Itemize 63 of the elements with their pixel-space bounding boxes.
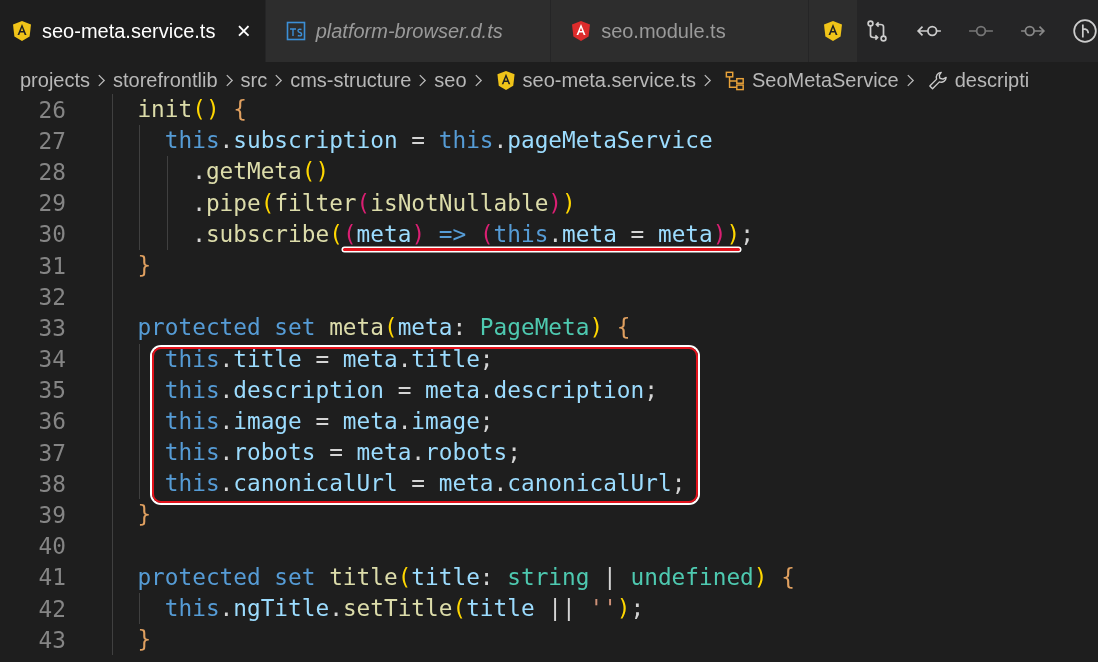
shield-icon [495, 69, 516, 91]
code-line: .getMeta() [191, 157, 330, 187]
line-number: 35 [37, 377, 66, 404]
breadcrumb-item[interactable]: seo-meta.service.ts [522, 68, 696, 92]
code-line: this.subscription = this.pageMetaService [163, 126, 713, 156]
ts-file-icon [285, 20, 306, 42]
editor-tab[interactable] [809, 0, 858, 62]
line-number: 33 [37, 314, 66, 341]
line-number: 26 [37, 96, 66, 123]
line-number: 39 [37, 502, 66, 529]
breadcrumb-item[interactable]: descripti [954, 68, 1030, 92]
line-number: 42 [37, 595, 66, 622]
line-number: 27 [37, 127, 66, 154]
line-number: 37 [37, 439, 66, 466]
code-line: } [136, 500, 152, 530]
code-line: this.robots = meta.robots; [163, 438, 521, 468]
line-number: 40 [37, 533, 66, 560]
line-number: 43 [37, 626, 66, 653]
editor-tab[interactable]: seo-meta.service.ts × [0, 0, 266, 62]
chevron-right-icon [97, 72, 107, 88]
line-number: 38 [37, 470, 66, 497]
code-line: } [136, 625, 152, 655]
chevron-right-icon [224, 72, 234, 88]
code-line: this.ngTitle.setTitle(title || ''); [163, 594, 645, 623]
class-icon [724, 69, 745, 91]
breadcrumb-item[interactable]: storefrontlib [113, 68, 218, 92]
line-number: 34 [37, 346, 66, 373]
shield-icon [12, 20, 32, 42]
editor-tab[interactable]: platform-browser.d.ts [265, 0, 552, 62]
line-number: 30 [37, 221, 66, 248]
editor-tab[interactable]: seo.module.ts [551, 0, 809, 62]
code-line: this.canonicalUrl = meta.canonicalUrl; [163, 469, 686, 499]
compare-changes-icon[interactable] [864, 18, 890, 44]
code-line: .pipe(filter(isNotNullable)) [191, 188, 576, 218]
shield-icon [823, 20, 843, 42]
shield-icon [571, 20, 592, 42]
line-number: 41 [37, 564, 66, 591]
chevron-right-icon [702, 72, 712, 88]
breadcrumb-item[interactable]: projects [20, 68, 91, 92]
code-line: this.image = meta.image; [163, 406, 494, 436]
wrench-icon [927, 69, 948, 91]
git-branch-icon[interactable] [1072, 18, 1098, 44]
line-number: 32 [37, 283, 66, 310]
code-line: protected set title(title: string | undefined) { [136, 562, 795, 592]
breadcrumb-item[interactable]: src [240, 68, 268, 92]
chevron-right-icon [274, 72, 284, 88]
line-number: 36 [37, 408, 66, 435]
chevron-right-icon [905, 72, 915, 88]
code-line: .subscribe((meta) => (this.meta = meta)); [110, 218, 754, 250]
breadcrumb-item[interactable]: SeoMetaService [751, 68, 899, 92]
breadcrumb-item[interactable]: seo [434, 68, 467, 92]
line-number: 31 [37, 252, 66, 279]
code-line: } [136, 250, 152, 280]
breadcrumb-item[interactable]: cms-structure [290, 68, 412, 92]
chevron-right-icon [418, 72, 428, 88]
line-number: 28 [37, 158, 66, 185]
chevron-right-icon [473, 72, 483, 88]
code-line: this.title = meta.title; [163, 344, 494, 374]
line-number: 29 [37, 190, 66, 217]
code-line: init() { [136, 95, 247, 124]
close-button[interactable]: × [236, 17, 251, 45]
code-line: this.description = meta.description; [163, 375, 658, 405]
code-line: protected set meta(meta: PageMeta) { [136, 313, 631, 343]
